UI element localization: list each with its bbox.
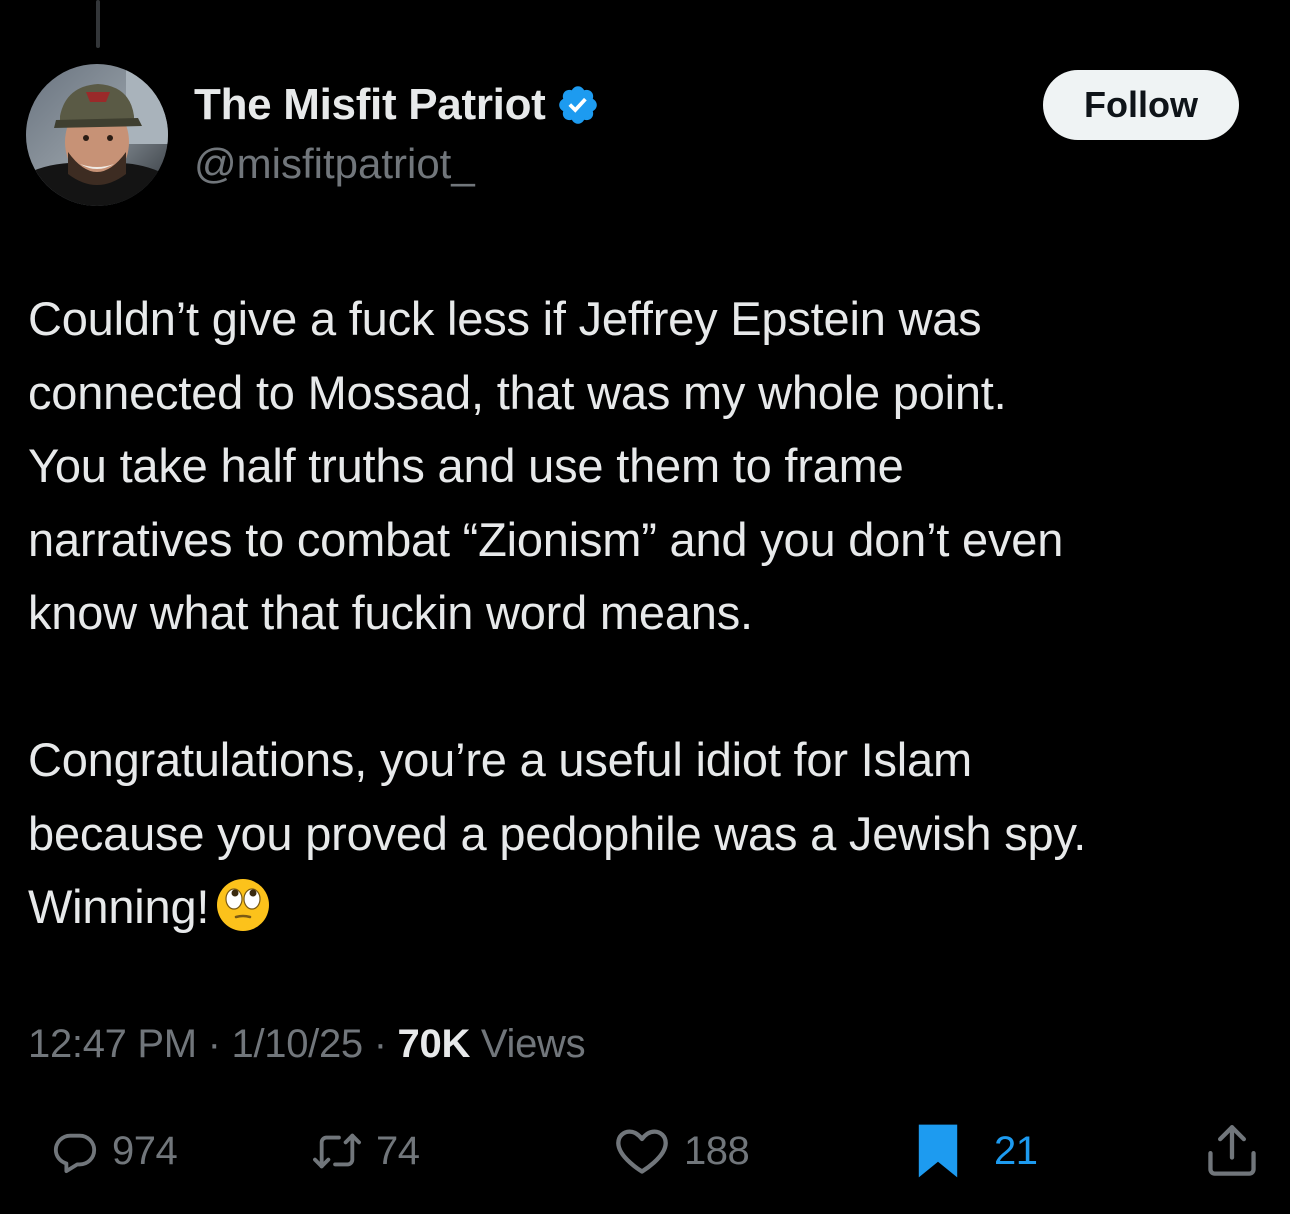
share-button[interactable] [1206,1116,1258,1186]
thread-connector-line [96,0,100,48]
tweet-actions-bar: 974 74 188 21 [0,1116,1290,1186]
avatar[interactable] [26,64,168,206]
views-label: Views [480,1022,586,1066]
tweet-line: narratives to combat “Zionism” and you d… [28,512,1064,566]
tweet-date[interactable]: 1/10/25 [232,1022,364,1066]
bookmark-icon [914,1121,962,1181]
meta-separator: · [373,1022,387,1066]
views-count: 70K [397,1022,471,1066]
bookmark-count: 21 [994,1128,1038,1173]
reply-count: 974 [112,1128,178,1173]
like-button[interactable]: 188 [614,1116,750,1186]
tweet-line: Couldn’t give a fuck less if Jeffrey Eps… [28,292,982,345]
reply-button[interactable]: 974 [52,1116,178,1186]
tweet-line: because you proved a pedophile was a Jew… [28,806,1087,860]
like-count: 188 [684,1128,750,1173]
reply-icon [52,1128,98,1174]
tweet-line: Congratulations, you’re a useful idiot f… [28,733,972,786]
tweet-line: You take half truths and use them to fra… [28,439,904,492]
tweet-body: Couldn’t give a fuck less if Jeffrey Eps… [28,282,1278,944]
meta-separator: · [207,1022,221,1066]
bookmark-button[interactable]: 21 [914,1116,1038,1186]
tweet-line-text: Winning! [28,880,210,933]
tweet-line: connected to Mossad, that was my whole p… [28,365,1007,419]
repost-button[interactable]: 74 [312,1116,420,1186]
repost-icon [312,1128,362,1174]
tweet-line-last: Winning! [28,870,1278,944]
verified-badge-icon [556,83,600,127]
share-icon [1206,1123,1258,1179]
tweet-metadata: 12:47 PM · 1/10/25 · 70K Views [28,1022,586,1067]
repost-count: 74 [376,1128,420,1173]
author-display-name[interactable]: The Misfit Patriot [194,80,546,130]
tweet-line: know what that fuckin word means. [28,586,753,639]
follow-button[interactable]: Follow [1043,70,1239,140]
author-handle[interactable]: @misfitpatriot_ [194,140,475,188]
heart-icon [614,1127,670,1175]
face-with-rolling-eyes-icon [215,877,271,933]
tweet-time[interactable]: 12:47 PM [28,1022,197,1066]
